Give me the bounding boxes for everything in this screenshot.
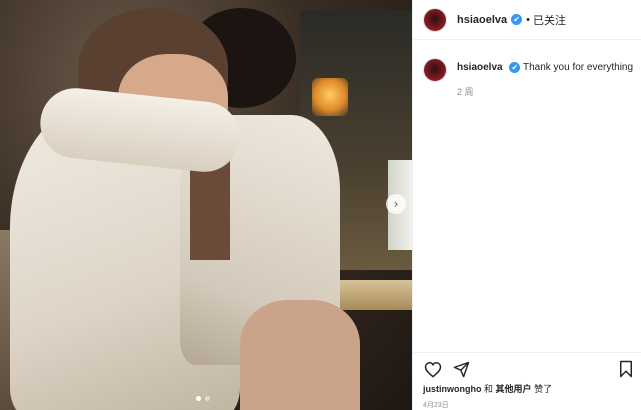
post-date[interactable]: 4月23日 [423, 400, 449, 410]
liked-by-others[interactable]: 其他用户 [496, 384, 532, 394]
verified-badge-icon: ✔ [511, 14, 523, 25]
bookmark-outline-icon[interactable] [616, 359, 636, 379]
heart-outline-icon[interactable] [423, 359, 443, 379]
post-header: hsiaoelva ✔ • 已关注 [413, 0, 641, 40]
photo-legs [240, 300, 360, 410]
comment-username[interactable]: hsiaoelva [457, 62, 503, 73]
comment-timestamp[interactable]: 2 周 [457, 85, 633, 98]
liked-by-suffix: 赞了 [534, 384, 553, 394]
chevron-right-icon[interactable]: › [386, 194, 406, 214]
post-side-panel: hsiaoelva ✔ • 已关注 hsiaoelva ✔ Thank you … [412, 0, 641, 410]
comment-text: hsiaoelva ✔ Thank you for everything [457, 62, 633, 73]
comment-body: hsiaoelva ✔ Thank you for everything 2 周 [457, 62, 633, 98]
avatar[interactable] [423, 58, 447, 82]
caption-text: Thank you for everything [522, 62, 634, 73]
photo-lamp [312, 78, 348, 116]
carousel-dot [196, 396, 201, 401]
post-photo[interactable]: › [0, 0, 412, 410]
actions-bar: justinwongho 和 其他用户 赞了 4月23日 [413, 352, 641, 410]
follow-status-button[interactable]: 已关注 [533, 12, 566, 28]
liked-by-join: 和 [484, 384, 494, 394]
liked-by-user[interactable]: justinwongho [423, 384, 482, 394]
header-username[interactable]: hsiaoelva [457, 14, 507, 26]
caption-comment: hsiaoelva ✔ Thank you for everything 2 周 [423, 58, 638, 98]
separator-dot: • [526, 13, 530, 26]
paper-plane-icon[interactable] [451, 359, 471, 379]
verified-badge-icon: ✔ [509, 62, 521, 73]
likes-summary: justinwongho 和 其他用户 赞了 [423, 382, 552, 395]
carousel-dots [196, 396, 210, 401]
carousel-dot [205, 396, 210, 401]
avatar[interactable] [423, 7, 447, 32]
